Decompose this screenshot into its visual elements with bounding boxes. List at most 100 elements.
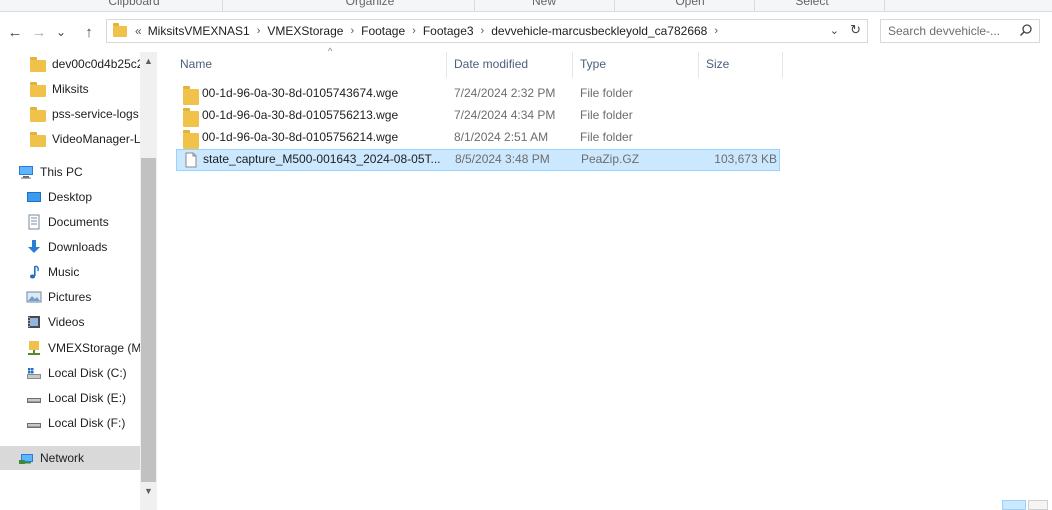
navigation-pane: dev00c0d4b25c2 Miksits pss-service-logs … (0, 52, 158, 510)
breadcrumb-footage[interactable]: Footage (361, 24, 405, 38)
sidebar-item-label: Local Disk (C:) (48, 366, 127, 380)
sidebar-item-local-disk-c[interactable]: Local Disk (C:) (0, 361, 140, 385)
sidebar-item-label: This PC (40, 165, 83, 179)
sidebar-item-pictures[interactable]: Pictures (0, 285, 140, 309)
drive-icon (27, 398, 41, 403)
ribbon-separator (222, 0, 223, 11)
breadcrumb-chevron-icon[interactable]: › (412, 25, 416, 37)
column-divider[interactable] (698, 52, 699, 78)
table-row-selected[interactable]: state_capture_M500-001643_2024-08-05T...… (176, 149, 780, 171)
file-list: Name ^ Date modified Type Size 00-1d-96-… (160, 46, 1052, 510)
folder-icon (113, 22, 127, 37)
folder-icon (30, 106, 46, 122)
breadcrumb-chevron-icon[interactable]: › (481, 25, 485, 37)
column-header-size[interactable]: Size (706, 52, 776, 76)
sidebar-item-downloads[interactable]: Downloads (0, 235, 140, 259)
sidebar-item-miksits[interactable]: Miksits (0, 77, 140, 101)
file-icon (185, 152, 197, 168)
ribbon-group-clipboard: Clipboard (108, 0, 160, 8)
sidebar-item-music[interactable]: Music (0, 260, 140, 284)
address-dropdown-icon[interactable]: ⌄ (830, 24, 839, 37)
scrollbar-thumb[interactable] (141, 158, 156, 482)
computer-icon (19, 166, 33, 179)
details-view-button[interactable] (1002, 500, 1026, 510)
search-box[interactable] (880, 19, 1040, 43)
recent-locations-button[interactable]: ⌄ (52, 22, 70, 42)
file-name: 00-1d-96-0a-30-8d-0105756213.wge (202, 108, 399, 122)
file-type: File folder (580, 130, 633, 144)
column-divider[interactable] (446, 52, 447, 78)
sidebar-item-pss-service-logs[interactable]: pss-service-logs (0, 102, 140, 126)
search-input[interactable] (881, 20, 1013, 42)
breadcrumb-miksitsvmexnas1[interactable]: MiksitsVMEXNAS1 (148, 24, 250, 38)
desktop-icon (27, 192, 41, 202)
forward-arrow-icon: → (31, 23, 47, 41)
sidebar-item-vmexstorage[interactable]: VMEXStorage (M (0, 336, 140, 360)
ribbon-group-new: New (531, 0, 556, 8)
sidebar-item-videomanager[interactable]: VideoManager-L (0, 127, 140, 151)
ribbon-separator (754, 0, 755, 11)
column-divider[interactable] (782, 52, 783, 78)
column-divider[interactable] (572, 52, 573, 78)
column-header-name[interactable]: Name ^ (180, 46, 450, 76)
file-date-modified: 8/5/2024 3:48 PM (455, 152, 550, 166)
back-button[interactable]: ← (6, 22, 24, 42)
drive-icon (27, 423, 41, 428)
sidebar-item-network[interactable]: Network (0, 446, 140, 470)
large-icons-view-button[interactable] (1028, 500, 1048, 510)
breadcrumb-footage3[interactable]: Footage3 (423, 24, 474, 38)
videos-icon (28, 316, 40, 328)
sidebar-item-local-disk-f[interactable]: Local Disk (F:) (0, 411, 140, 435)
breadcrumb-chevron-icon[interactable]: › (350, 25, 354, 37)
sidebar-item-label: Videos (48, 315, 85, 329)
refresh-icon[interactable]: ↻ (850, 22, 861, 38)
breadcrumb-chevron-icon[interactable]: › (257, 25, 261, 37)
ribbon-separator (614, 0, 615, 11)
sidebar-item-label: Music (48, 265, 80, 279)
breadcrumb-current-folder[interactable]: devvehicle-marcusbeckleyold_ca782668 (491, 24, 707, 38)
up-button[interactable]: ↑ (80, 22, 98, 42)
sidebar-item-videos[interactable]: Videos (0, 310, 140, 334)
scroll-down-arrow-icon[interactable]: ▼ (140, 482, 157, 499)
ribbon-group-open: Open (675, 0, 705, 8)
sidebar-item-dev00c0d4b25c2[interactable]: dev00c0d4b25c2 (0, 52, 140, 76)
music-icon (29, 265, 39, 279)
scroll-up-arrow-icon[interactable]: ▲ (140, 52, 157, 69)
file-type: PeaZip.GZ (581, 152, 640, 166)
folder-icon (183, 108, 199, 127)
chevron-down-icon: ⌄ (55, 25, 67, 39)
column-header-date-modified[interactable]: Date modified (454, 52, 574, 76)
file-date-modified: 7/24/2024 4:34 PM (454, 108, 556, 122)
sidebar-item-label: pss-service-logs (52, 107, 139, 121)
column-header-name-label: Name (180, 57, 213, 71)
sidebar-item-documents[interactable]: Documents (0, 210, 140, 234)
ribbon-separator (474, 0, 475, 11)
breadcrumb-vmexstorage[interactable]: VMEXStorage (267, 24, 343, 38)
search-icon[interactable] (1019, 23, 1033, 37)
folder-icon (30, 56, 46, 72)
address-bar[interactable]: « MiksitsVMEXNAS1 › VMEXStorage › Footag… (106, 19, 868, 43)
table-row[interactable]: 00-1d-96-0a-30-8d-0105756213.wge 7/24/20… (176, 105, 780, 127)
pictures-icon (26, 291, 42, 303)
breadcrumb-overflow[interactable]: « (135, 24, 142, 38)
sidebar-item-this-pc[interactable]: This PC (0, 160, 140, 184)
navigation-scrollbar[interactable]: ▲ ▼ (140, 52, 157, 510)
forward-button[interactable]: → (30, 22, 48, 42)
column-header-type[interactable]: Type (580, 52, 680, 76)
ribbon-separator (884, 0, 885, 11)
file-type: File folder (580, 108, 633, 122)
system-drive-icon (27, 368, 41, 379)
file-name: 00-1d-96-0a-30-8d-0105743674.wge (202, 86, 399, 100)
table-row[interactable]: 00-1d-96-0a-30-8d-0105756214.wge 8/1/202… (176, 127, 780, 149)
ribbon-group-select: Select (795, 0, 829, 8)
table-row[interactable]: 00-1d-96-0a-30-8d-0105743674.wge 7/24/20… (176, 83, 780, 105)
sidebar-item-label: Local Disk (F:) (48, 416, 126, 430)
sidebar-item-label: Network (40, 451, 85, 465)
folder-icon (30, 131, 46, 147)
sidebar-item-local-disk-e[interactable]: Local Disk (E:) (0, 386, 140, 410)
sidebar-item-desktop[interactable]: Desktop (0, 185, 140, 209)
network-drive-icon (28, 341, 40, 355)
sidebar-item-label: VideoManager-L (52, 132, 140, 146)
back-arrow-icon: ← (7, 23, 23, 41)
breadcrumb-chevron-icon[interactable]: › (714, 25, 718, 37)
